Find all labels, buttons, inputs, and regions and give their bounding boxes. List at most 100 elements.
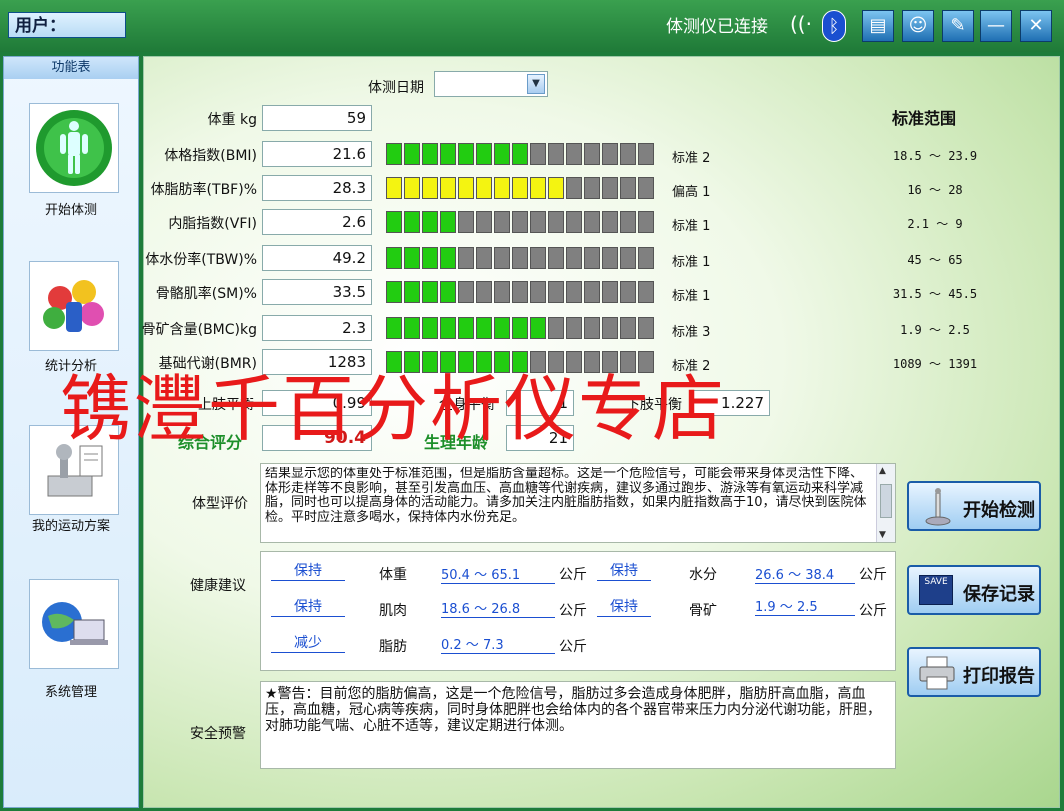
bar-segment [602,317,618,339]
tools-icon[interactable] [29,425,119,515]
advice-unit: 公斤 [559,639,587,655]
bar-segment [494,143,510,165]
id-card-icon[interactable]: ▤ [862,10,894,42]
bar-segment [512,247,528,269]
date-label: 体测日期 [368,80,424,96]
whole-balance-value: 1 [506,390,574,416]
bar-segment [584,281,600,303]
scroll-down-icon[interactable]: ▼ [879,530,886,540]
bar-segment [602,351,618,373]
bar-segment [638,317,654,339]
bar-segment [584,177,600,199]
advice-action: 保持 [597,596,651,617]
bar-segment [440,281,456,303]
body-icon[interactable] [29,103,119,193]
save-record-button[interactable]: SAVE 保存记录 [907,565,1041,615]
bar-segment [602,177,618,199]
advice-range: 50.4 ～ 65.1 [441,564,555,584]
sidebar-title: 功能表 [4,57,138,79]
warning-text: ★警告：目前您的脂肪偏高，这是一个危险信号，脂肪过多会造成身体肥胖，脂肪肝高血脂… [265,686,881,734]
bar-segment [476,317,492,339]
bar-segment [584,351,600,373]
bar-segment [458,211,474,233]
user-icon[interactable]: ☺ [902,10,934,42]
save-record-label: 保存记录 [963,584,1035,605]
lower-balance-label: 下肢平衡 [626,397,682,413]
bar-segment [530,317,546,339]
bar-segment [476,247,492,269]
metric-status: 标准 1 [672,289,711,304]
advice-range: 18.6 ～ 26.8 [441,598,555,618]
advice-action: 保持 [597,560,651,581]
bar-segment [458,351,474,373]
bar-segment [566,211,582,233]
bar-segment [620,211,636,233]
metric-value: 2.3 [262,315,372,341]
edit-user-icon[interactable]: ✎ [942,10,974,42]
bar-segment [566,281,582,303]
bar-segment [440,317,456,339]
bar-segment [440,143,456,165]
bar-segment [530,281,546,303]
advice-item: 体重 [379,567,407,583]
bar-segment [494,211,510,233]
sidebar-item-system[interactable]: 系统管理 [4,681,138,700]
advice-action: 保持 [271,560,345,581]
print-report-label: 打印报告 [963,666,1035,687]
bar-segment [530,351,546,373]
bar-segment [584,247,600,269]
bar-segment [386,281,402,303]
minimize-icon[interactable]: — [980,10,1012,42]
bar-segment [620,143,636,165]
advice-unit: 公斤 [859,603,887,619]
pills-icon[interactable] [29,261,119,351]
advice-box: 保持 体重 50.4 ～ 65.1 公斤 保持 水分 26.6 ～ 38.4 公… [260,551,896,671]
warning-textbox[interactable]: ★警告：目前您的脂肪偏高，这是一个危险信号，脂肪过多会造成身体肥胖，脂肪肝高血脂… [260,681,896,769]
bar-segment [566,247,582,269]
bar-segment [422,317,438,339]
bar-segment [476,143,492,165]
bar-segment [620,247,636,269]
bar-segment [386,351,402,373]
metric-range: 31.5 ～ 45.5 [892,287,978,301]
bar-segment [566,317,582,339]
bar-segment [638,143,654,165]
chevron-down-icon[interactable]: ▼ [527,74,545,94]
bar-segment [404,247,420,269]
close-icon[interactable]: ✕ [1020,10,1052,42]
metric-bar [386,247,654,269]
scroll-up-icon[interactable]: ▲ [879,466,886,476]
sidebar-item-stats[interactable]: 统计分析 [4,355,138,374]
metric-value: 33.5 [262,279,372,305]
bar-segment [440,247,456,269]
bar-segment [512,281,528,303]
bar-segment [584,143,600,165]
bar-segment [602,281,618,303]
print-report-button[interactable]: 打印报告 [907,647,1041,697]
bar-segment [548,247,564,269]
advice-unit: 公斤 [559,603,587,619]
bar-segment [548,211,564,233]
advice-item: 肌肉 [379,603,407,619]
advice-item: 水分 [689,567,717,583]
evaluation-textbox[interactable]: 结果显示您的体重处于标准范围，但是脂肪含量超标。这是一个危险信号，可能会带来身体… [260,463,896,543]
date-select[interactable]: ▼ [434,71,548,97]
scale-icon [925,488,951,526]
metric-range: 16 ～ 28 [907,183,963,197]
advice-action: 减少 [271,632,345,653]
bar-segment [422,211,438,233]
sidebar-item-start[interactable]: 开始体测 [4,199,138,218]
sidebar-item-exercise[interactable]: 我的运动方案 [4,519,138,535]
range-header: 标准范围 [892,109,957,128]
age-value: 21 [506,425,574,451]
bar-segment [404,317,420,339]
bluetooth-icon: ᛒ [822,10,846,42]
bar-segment [566,351,582,373]
metric-bar [386,351,654,373]
start-test-button[interactable]: 开始检测 [907,481,1041,531]
scroll-thumb[interactable] [880,484,892,518]
evaluation-scrollbar[interactable]: ▲ ▼ [876,464,895,542]
bar-segment [458,247,474,269]
globe-laptop-icon[interactable] [29,579,119,669]
bar-segment [548,143,564,165]
